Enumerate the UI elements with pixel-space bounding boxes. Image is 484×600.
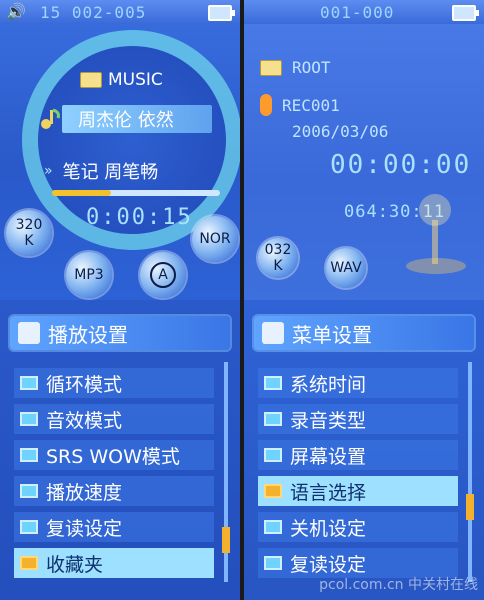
file-name: REC001 [282,95,340,115]
record-time: 00:00:00 [330,150,472,180]
menu-item-system-time[interactable]: 系统时间 [258,368,458,398]
play-settings-screen: 播放设置 循环模式 音效模式 SRS WOW模式 播放速度 复读设定 收藏夹 [0,300,240,600]
scroll-thumb[interactable] [466,493,474,520]
menu-item-sound-effect[interactable]: 音效模式 [14,404,214,434]
menu-item-label: 复读设定 [46,517,123,540]
scrollbar[interactable] [222,362,230,582]
menu-item-shutdown[interactable]: 关机设定 [258,512,458,542]
scrollbar[interactable] [466,362,474,582]
menu-item-label: 语言选择 [290,481,367,504]
record-format-label: WAV [330,260,362,276]
menu-item-label: 循环模式 [46,373,123,396]
menu-item-label: 录音类型 [290,409,367,432]
menu-item-language[interactable]: 语言选择 [258,476,458,506]
list-icon [20,448,38,462]
music-note-icon [41,108,60,129]
bitrate-button[interactable]: 320 K [6,210,52,256]
menu-item-screen-settings[interactable]: 屏幕设置 [258,440,458,470]
root-row: ROOT [260,58,331,77]
progress-bar[interactable] [52,190,220,196]
list-icon [20,520,38,534]
eq-mode-button[interactable]: NOR [192,216,238,262]
date-row: 2006/03/06 [292,122,388,141]
record-date: 2006/03/06 [292,122,389,141]
menu-item-label: 音效模式 [46,409,123,432]
status-bar: 001-000 [244,0,484,24]
menu-item-record-type[interactable]: 录音类型 [258,404,458,434]
artist-name: 笔记 周笔畅 [62,162,159,183]
menu-header: 菜单设置 [254,316,474,350]
record-format-button[interactable]: WAV [326,248,366,288]
microphone-icon [260,94,272,116]
speaker-icon: 🔊 [6,2,26,21]
menu-settings-screen: 菜单设置 系统时间 录音类型 屏幕设置 语言选择 关机设定 复读设定 pcol.… [244,300,484,600]
progress-fill [52,190,111,196]
folder-icon [260,59,282,76]
record-bitrate-value: 032 [264,242,292,258]
repeat-label: A [158,267,168,283]
list-icon [264,556,282,570]
status-bar: 🔊 15 002-005 [0,0,240,24]
battery-icon [452,5,479,21]
microphone-stand-icon [406,194,466,274]
battery-icon [208,5,235,21]
list-icon [264,448,282,462]
list-icon [264,520,282,534]
music-label: MUSIC [108,70,163,90]
menu-item-repeat-mode[interactable]: 循环模式 [14,368,214,398]
menu-item-label: 复读设定 [290,553,367,576]
list-icon [20,412,38,426]
format-label: MP3 [74,267,104,283]
screenshot-grid: 🔊 15 002-005 MUSIC 周杰伦 依然 » 笔记 周笔畅 0:00:… [0,0,484,600]
song-title: 周杰伦 依然 [78,110,174,131]
list-icon [20,376,38,390]
music-player-screen: 🔊 15 002-005 MUSIC 周杰伦 依然 » 笔记 周笔畅 0:00:… [0,0,240,300]
menu-item-srs-wow[interactable]: SRS WOW模式 [14,440,214,470]
list-icon [264,484,282,498]
track-counter: 15 002-005 [40,3,147,22]
root-label: ROOT [292,58,331,77]
file-row: REC001 [260,94,340,116]
artist-row: » 笔记 周笔畅 [44,158,158,184]
menu-title: 菜单设置 [292,322,372,347]
bitrate-unit: K [24,233,34,249]
watermark: pcol.com.cn 中关村在线 [319,577,478,593]
menu-item-play-speed[interactable]: 播放速度 [14,476,214,506]
menu-item-label: 系统时间 [290,373,367,396]
list-icon [20,484,38,498]
settings-icon [18,322,40,344]
repeat-icon: A [150,262,176,288]
settings-icon [262,322,284,344]
list-icon [20,556,38,570]
folder-icon [80,72,102,88]
menu-item-repeat-setting[interactable]: 复读设定 [14,512,214,542]
menu-item-label: 播放速度 [46,481,123,504]
record-bitrate-button[interactable]: 032 K [258,238,298,278]
menu-title: 播放设置 [48,322,128,347]
menu-item-label: SRS WOW模式 [46,445,180,468]
menu-item-label: 收藏夹 [46,553,104,576]
scroll-thumb[interactable] [222,526,230,553]
format-button[interactable]: MP3 [66,252,112,298]
recorder-screen: 001-000 ROOT REC001 2006/03/06 00:00:00 … [244,0,484,300]
list-icon [264,412,282,426]
list-icon [264,376,282,390]
menu-item-favorites[interactable]: 收藏夹 [14,548,214,578]
record-bitrate-unit: K [273,258,283,274]
bitrate-value: 320 [15,217,43,233]
arrow-icon: » [44,163,53,179]
menu-header: 播放设置 [10,316,230,350]
music-label-row: MUSIC [80,70,163,90]
record-counter: 001-000 [320,3,395,22]
repeat-button[interactable]: A [140,252,186,298]
elapsed-time: 0:00:15 [86,205,193,230]
eq-mode: NOR [199,231,231,247]
menu-item-label: 关机设定 [290,517,367,540]
menu-item-label: 屏幕设置 [290,445,367,468]
song-title-bar[interactable]: 周杰伦 依然 [62,105,212,133]
